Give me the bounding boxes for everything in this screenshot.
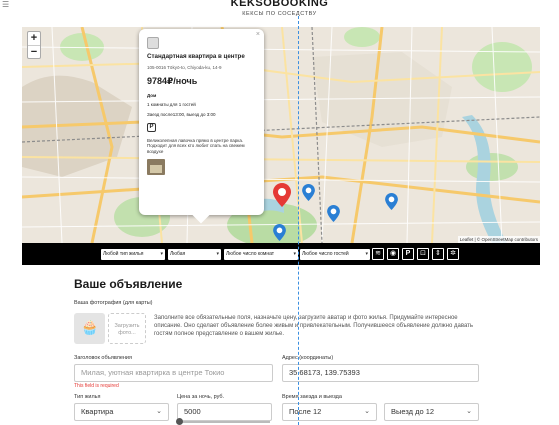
form-title: Ваше объявление bbox=[74, 277, 183, 291]
page: ☰ KEKSOBOOKING КЕКСЫ ПО СОСЕДСТВУ + − Le… bbox=[0, 0, 559, 425]
title-label: Заголовок объявления bbox=[74, 355, 132, 361]
main-pin[interactable] bbox=[273, 183, 291, 207]
popup-type: Дом bbox=[147, 92, 157, 98]
chevron-down-icon: ▾ bbox=[216, 251, 219, 257]
offer-popup: × Стандартная квартира в центре 105-0016… bbox=[139, 29, 264, 224]
checkin-select[interactable]: После 12 ⌄ bbox=[282, 403, 377, 421]
price-input[interactable]: 5000 bbox=[177, 403, 272, 421]
time-label: Время заезда и выезда bbox=[282, 394, 342, 400]
wifi-icon[interactable]: ≋ bbox=[372, 248, 384, 260]
parking-icon: P bbox=[147, 122, 156, 132]
price-filter[interactable]: Любая ▾ bbox=[168, 249, 221, 260]
chevron-down-icon: ⌄ bbox=[156, 408, 162, 415]
price-slider[interactable] bbox=[177, 421, 270, 423]
chevron-down-icon: ▾ bbox=[293, 251, 296, 257]
avatar-label: Ваша фотография (для карты) bbox=[74, 300, 153, 306]
popup-capacity: 1 комнаты для 1 гостей bbox=[147, 101, 196, 107]
form-note: Заполните все обязательные поля, назначь… bbox=[154, 315, 474, 337]
address-label: Адрес (координаты) bbox=[282, 355, 334, 361]
muffin-icon: 🧁 bbox=[81, 319, 99, 335]
chevron-down-icon: ⌄ bbox=[364, 408, 370, 415]
zoom-out-button[interactable]: − bbox=[28, 45, 40, 58]
avatar-upload-button[interactable]: Загрузить фото... bbox=[108, 313, 146, 344]
map-pin[interactable] bbox=[385, 193, 398, 210]
chevron-down-icon: ⌄ bbox=[466, 408, 472, 415]
popup-address: 105-0016 Tōkyō-to, Chiyoda-ku, 14-9 bbox=[147, 64, 222, 70]
checkout-select-value: Выезд до 12 bbox=[391, 407, 435, 416]
popup-title: Стандартная квартира в центре bbox=[147, 53, 245, 60]
chevron-down-icon: ▾ bbox=[160, 251, 163, 257]
dishwasher-icon[interactable]: ◉ bbox=[387, 248, 399, 260]
elevator-icon[interactable]: ⇕ bbox=[432, 248, 444, 260]
map-tiles bbox=[22, 27, 540, 243]
rooms-filter[interactable]: Любое число комнат ▾ bbox=[224, 249, 298, 260]
map-pin[interactable] bbox=[327, 205, 340, 222]
map-attribution[interactable]: Leaflet | © OpenStreetMap contributors bbox=[457, 236, 540, 243]
washer-icon[interactable]: ⊡ bbox=[417, 248, 429, 260]
logo-subtitle: КЕКСЫ ПО СОСЕДСТВУ bbox=[242, 11, 317, 17]
map[interactable]: + − Leaflet | © OpenStreetMap contributo… bbox=[22, 27, 540, 243]
zoom-control: + − bbox=[27, 31, 41, 59]
checkout-select[interactable]: Выезд до 12 ⌄ bbox=[384, 403, 479, 421]
map-filters: Любой тип жилья ▾ Любая ▾ Любое число комн… bbox=[22, 243, 540, 265]
popup-description: Великолепная лавочка прямо в центре парк… bbox=[147, 137, 245, 154]
type-select[interactable]: Квартира ⌄ bbox=[74, 403, 169, 421]
layout-guide-line bbox=[298, 16, 299, 425]
housing-type-filter[interactable]: Любой тип жилья ▾ bbox=[101, 249, 165, 260]
conditioner-icon[interactable]: ✲ bbox=[447, 248, 459, 260]
logo-title: KEKSOBOOKING bbox=[230, 0, 329, 9]
parking-icon[interactable]: P bbox=[402, 248, 414, 260]
popup-avatar bbox=[147, 37, 159, 49]
chevron-down-icon: ▾ bbox=[365, 251, 368, 257]
price-filter-value: Любая bbox=[170, 251, 186, 257]
avatar-preview: 🧁 bbox=[74, 313, 105, 344]
price-label: Цена за ночь, руб. bbox=[177, 394, 225, 400]
guests-filter-value: Любое число гостей bbox=[302, 251, 349, 257]
type-select-value: Квартира bbox=[81, 407, 114, 416]
popup-price: 9784₽/ночь bbox=[147, 75, 198, 86]
popup-photo bbox=[147, 159, 165, 175]
type-label: Тип жилья bbox=[74, 394, 101, 400]
title-error: This field is required bbox=[74, 383, 119, 389]
map-pin[interactable] bbox=[302, 184, 315, 201]
popup-close-button[interactable]: × bbox=[256, 31, 260, 38]
header: ☰ KEKSOBOOKING КЕКСЫ ПО СОСЕДСТВУ bbox=[0, 0, 559, 26]
zoom-in-button[interactable]: + bbox=[28, 32, 40, 45]
checkin-select-value: После 12 bbox=[289, 407, 322, 416]
price-slider-handle[interactable] bbox=[176, 418, 183, 425]
housing-type-filter-value: Любой тип жилья bbox=[103, 251, 144, 257]
popup-time: Заезд после13:00, выезд до 3:00 bbox=[147, 111, 216, 117]
map-pin[interactable] bbox=[273, 224, 286, 241]
address-input[interactable]: 35.68173, 139.75393 bbox=[282, 364, 479, 382]
rooms-filter-value: Любое число комнат bbox=[226, 251, 275, 257]
guests-filter[interactable]: Любое число гостей ▾ bbox=[300, 249, 370, 260]
title-input[interactable]: Милая, уютная квартирка в центре Токио bbox=[74, 364, 273, 382]
